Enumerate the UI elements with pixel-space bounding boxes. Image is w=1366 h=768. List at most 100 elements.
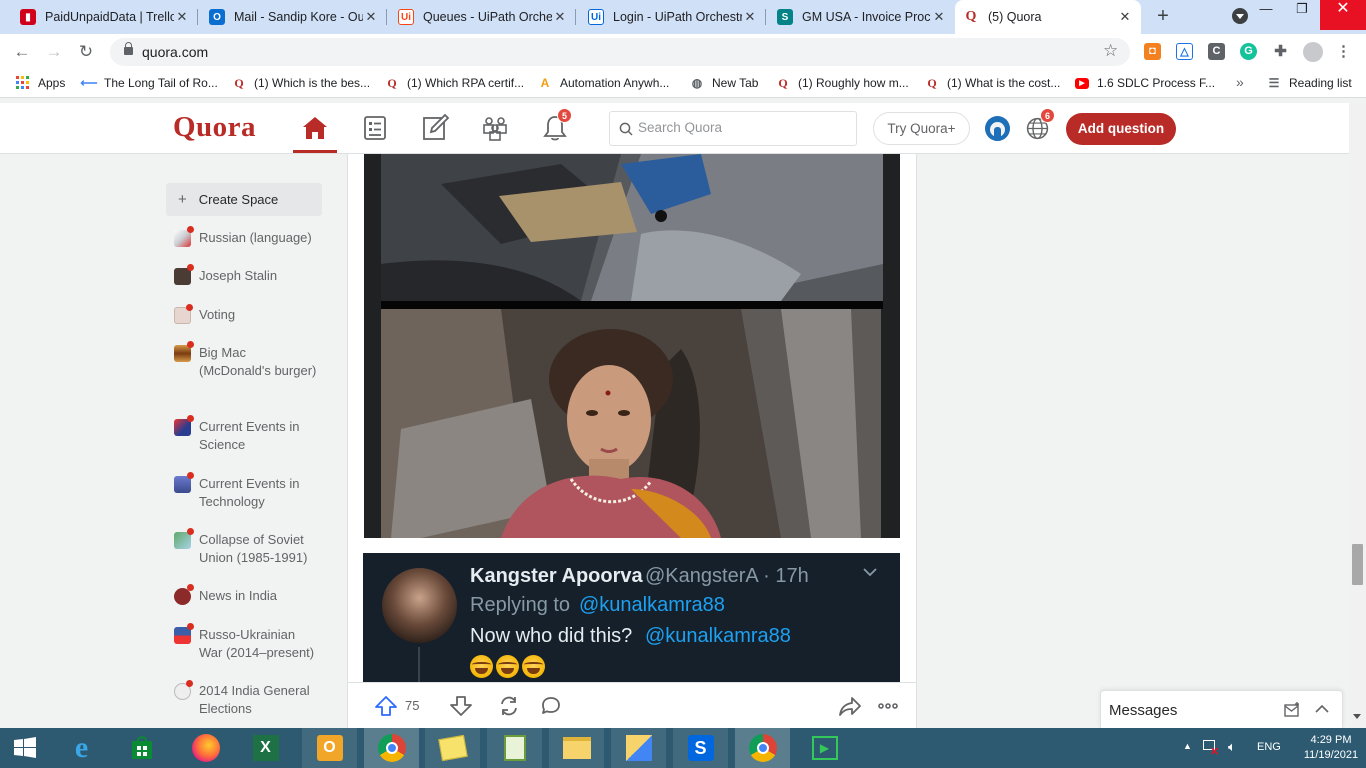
search-field[interactable] — [609, 111, 857, 146]
close-icon[interactable]: ✕ — [363, 9, 379, 25]
tweet-reply-handle-link[interactable]: @kunalkamra88 — [579, 594, 725, 617]
bookmark-apps[interactable]: Apps — [16, 76, 65, 90]
close-icon[interactable]: ✕ — [931, 9, 947, 25]
following-list-icon[interactable] — [360, 113, 390, 143]
input-language[interactable]: ENG — [1257, 741, 1281, 753]
scroll-down-arrow-icon[interactable] — [1353, 714, 1361, 719]
bookmark-youtube[interactable]: ▶ 1.6 SDLC Process F... — [1075, 76, 1215, 90]
sidebar-item-news-in-india[interactable]: News in India — [174, 584, 324, 605]
upvote-icon[interactable] — [374, 694, 398, 718]
avatar[interactable] — [985, 116, 1010, 141]
bookmark-quora-2[interactable]: Q (1) Which RPA certif... — [385, 76, 524, 91]
tweet-mention-link[interactable]: @kunalkamra88 — [645, 625, 791, 648]
spaces-people-icon[interactable] — [480, 113, 510, 143]
chevron-up-icon[interactable] — [1315, 704, 1329, 714]
tweet-author-handle[interactable]: @KangsterA · 17h — [645, 565, 809, 588]
grammarly-icon[interactable]: G — [1240, 43, 1257, 60]
address-bar[interactable]: quora.com ☆ — [110, 38, 1130, 66]
bookmark-automation-anywhere[interactable]: A Automation Anywh... — [538, 76, 670, 90]
bookmarks-overflow-button[interactable]: » — [1236, 74, 1244, 90]
sidebar-item-voting[interactable]: Voting — [174, 304, 324, 324]
extension-orange-icon[interactable]: ◘ — [1144, 43, 1161, 60]
bookmark-quora-1[interactable]: Q (1) Which is the bes... — [232, 76, 370, 91]
start-button[interactable] — [0, 728, 50, 768]
search-input[interactable] — [638, 120, 838, 135]
comment-icon[interactable] — [539, 694, 563, 718]
scrollbar-thumb[interactable] — [1352, 544, 1363, 585]
sidebar-item-joseph-stalin[interactable]: Joseph Stalin — [174, 264, 324, 285]
answer-edit-icon[interactable] — [420, 113, 450, 143]
sidebar-item-india-general-elections[interactable]: 2014 India General Elections — [174, 680, 324, 718]
close-icon[interactable]: ✕ — [742, 9, 758, 25]
tab-uipath-login[interactable]: Ui Login - UiPath Orchestr ✕ — [580, 0, 766, 34]
clock[interactable]: 4:29 PM 11/19/2021 — [1295, 733, 1366, 763]
sidebar-item-current-events-science[interactable]: Current Events in Science — [174, 415, 324, 454]
downvote-icon[interactable] — [449, 694, 473, 718]
create-space-button[interactable]: + Create Space — [166, 183, 322, 216]
extension-drive-icon[interactable]: △ — [1176, 43, 1193, 60]
sidebar-item-russian-language[interactable]: Russian (language) — [174, 226, 324, 247]
sidebar-item-russo-ukrainian-war[interactable]: Russo-Ukrainian War (2014–present) — [174, 623, 324, 662]
bookmark-star-icon[interactable]: ☆ — [1103, 41, 1118, 61]
tab-search-icon[interactable] — [1232, 8, 1248, 24]
compose-message-icon[interactable] — [1284, 702, 1301, 717]
lock-icon[interactable] — [124, 42, 133, 55]
volume-icon[interactable]: 🔈︎ — [1228, 739, 1236, 755]
reading-list-button[interactable]: ☰ Reading list — [1267, 76, 1352, 90]
back-arrow-icon[interactable]: ← — [11, 41, 33, 63]
bookmark-long-tail[interactable]: ⟵ The Long Tail of Ro... — [80, 76, 217, 90]
network-status-icon[interactable]: ✕ — [1203, 740, 1219, 758]
taskbar-internet-explorer[interactable]: e — [54, 728, 109, 768]
window-close-icon[interactable]: ✕ — [1320, 0, 1366, 30]
tweet-menu-chevron-icon[interactable] — [863, 565, 877, 579]
minimize-icon[interactable]: — — [1248, 0, 1284, 30]
taskbar-uipath-studio[interactable]: S — [673, 728, 728, 768]
share-arrow-icon[interactable] — [838, 694, 862, 718]
tab-quora[interactable]: Q (5) Quora ✕ — [955, 0, 1141, 34]
bookmark-quora-4[interactable]: Q (1) What is the cost... — [925, 76, 1060, 91]
sidebar-item-big-mac[interactable]: Big Mac (McDonald's burger) — [174, 341, 324, 380]
quora-logo[interactable]: Quora — [173, 111, 256, 144]
taskbar-chrome[interactable] — [364, 728, 419, 768]
embedded-tweet[interactable]: Kangster Apoorva @KangsterA · 17h Replyi… — [363, 553, 900, 682]
extension-c-icon[interactable]: C — [1208, 43, 1225, 60]
messages-title[interactable]: Messages — [1109, 702, 1177, 719]
tab-uipath-queues[interactable]: Ui Queues - UiPath Orches ✕ — [390, 0, 576, 34]
menu-kebab-icon[interactable]: ⋮ — [1335, 43, 1352, 60]
share-reshare-icon[interactable] — [497, 694, 521, 718]
taskbar-excel[interactable]: X — [238, 728, 293, 768]
taskbar-network-tool[interactable] — [611, 728, 666, 768]
extensions-puzzle-icon[interactable]: ✚ — [1272, 43, 1289, 60]
taskbar-media-player[interactable]: ▶ — [797, 728, 852, 768]
tab-sharepoint[interactable]: S GM USA - Invoice Proc ✕ — [769, 0, 955, 34]
sidebar-item-current-events-technology[interactable]: Current Events in Technology — [174, 472, 324, 511]
add-question-button[interactable]: Add question — [1066, 113, 1176, 145]
home-icon[interactable] — [300, 113, 330, 143]
taskbar-outlook[interactable]: O — [302, 728, 357, 768]
forward-arrow-icon[interactable]: → — [43, 41, 65, 63]
bookmark-quora-3[interactable]: Q (1) Roughly how m... — [776, 76, 908, 91]
tab-outlook[interactable]: O Mail - Sandip Kore - Ou ✕ — [201, 0, 387, 34]
tray-expand-icon[interactable]: ▲ — [1183, 741, 1192, 751]
close-icon[interactable]: ✕ — [174, 9, 190, 25]
bookmark-new-tab[interactable]: ◍ New Tab — [690, 76, 759, 90]
taskbar-notepad[interactable] — [487, 728, 542, 768]
tweet-author-name[interactable]: Kangster Apoorva — [470, 565, 643, 588]
messages-panel[interactable]: Messages — [1100, 690, 1343, 728]
close-icon[interactable]: ✕ — [552, 9, 568, 25]
restore-icon[interactable]: ❐ — [1284, 0, 1320, 30]
reload-icon[interactable]: ↻ — [75, 41, 97, 63]
taskbar-store[interactable] — [114, 728, 169, 768]
profile-icon[interactable] — [1303, 42, 1323, 62]
taskbar-file-explorer[interactable] — [549, 728, 604, 768]
tab-trello[interactable]: ▮ PaidUnpaidData | Trello ✕ — [12, 0, 198, 34]
new-tab-button[interactable]: + — [1152, 5, 1174, 27]
url-text[interactable]: quora.com — [142, 44, 208, 60]
taskbar-sticky-notes[interactable] — [425, 728, 480, 768]
page-scrollbar[interactable] — [1349, 103, 1366, 728]
sidebar-item-collapse-soviet-union[interactable]: Collapse of Soviet Union (1985-1991) — [174, 528, 324, 567]
more-options-icon[interactable] — [876, 694, 900, 718]
close-icon[interactable]: ✕ — [1117, 9, 1133, 25]
tweet-author-avatar[interactable] — [382, 568, 457, 643]
taskbar-firefox[interactable] — [178, 728, 233, 768]
